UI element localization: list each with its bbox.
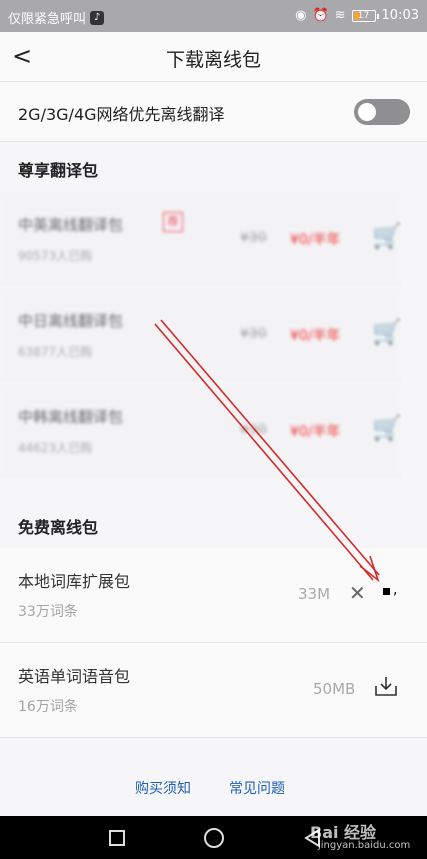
battery-icon: 17 — [351, 9, 379, 22]
pack-name: 中英离线翻译包 — [18, 216, 124, 234]
pack-buyers: 63877人已购 — [18, 345, 93, 359]
pack-name: 中韩离线翻译包 — [18, 408, 124, 426]
pack-name: 中日离线翻译包 — [18, 312, 124, 330]
home-button[interactable] — [204, 828, 224, 848]
pack-entries: 16万词条 — [18, 699, 78, 715]
original-price: ¥30 — [240, 230, 267, 246]
cart-icon[interactable]: 🛒 — [372, 414, 402, 442]
page-title: 下载离线包 — [165, 49, 261, 71]
premium-pack-item[interactable]: 中日离线翻译包 63877人已购 ¥30 ¥0/半年 🛒 — [0, 288, 402, 380]
faq-link[interactable]: 常见问题 — [229, 778, 285, 798]
watermark-url: jingyan.baidu.com — [318, 840, 411, 851]
current-price: ¥0/半年 — [290, 424, 341, 440]
download-progress-icon[interactable] — [383, 588, 390, 595]
app-header: < 下载离线包 — [0, 32, 427, 82]
recent-apps-button[interactable] — [109, 830, 125, 846]
premium-section-title: 尊享翻译包 — [18, 161, 99, 180]
free-pack-item-dictionary[interactable]: 本地词库扩展包 33万词条 33M ✕ , — [0, 548, 427, 643]
footer-links: 购买须知 常见问题 — [0, 778, 427, 802]
purchase-notice-link[interactable]: 购买须知 — [135, 778, 191, 798]
current-price: ¥0/半年 — [290, 328, 341, 344]
eye-icon: ◉ — [295, 8, 307, 23]
status-left: 仅限紧急呼叫 ♪ — [8, 8, 105, 27]
pack-size: 50MB — [313, 680, 356, 698]
pack-name: 英语单词语音包 — [18, 667, 131, 686]
download-icon[interactable] — [374, 675, 398, 697]
system-nav-bar: Bai 经验 jingyan.baidu.com — [0, 816, 427, 859]
toggle-knob — [358, 103, 376, 121]
status-bar: 仅限紧急呼叫 ♪ ◉ ⏰ ≋ 17 10:03 — [0, 0, 427, 32]
premium-pack-list: 中英离线翻译包 荐 90573人已购 ¥30 ¥0/半年 🛒 中日离线翻译包 6… — [0, 192, 427, 482]
pack-entries: 33万词条 — [18, 604, 78, 620]
cart-icon[interactable]: 🛒 — [372, 222, 402, 250]
current-price: ¥0/半年 — [290, 232, 341, 248]
free-section-title: 免费离线包 — [18, 518, 99, 537]
free-pack-item-voice[interactable]: 英语单词语音包 16万词条 50MB — [0, 643, 427, 738]
pack-size: 33M — [298, 585, 331, 603]
cart-icon[interactable]: 🛒 — [372, 318, 402, 346]
network-priority-label: 2G/3G/4G网络优先离线翻译 — [18, 105, 225, 124]
recommend-badge: 荐 — [163, 212, 183, 232]
tiktok-icon: ♪ — [90, 10, 105, 25]
network-priority-toggle[interactable] — [354, 99, 410, 125]
status-right: ◉ ⏰ ≋ 17 10:03 — [295, 8, 419, 23]
download-progress-mark: , — [393, 582, 398, 598]
pack-name: 本地词库扩展包 — [18, 572, 131, 591]
carrier-text: 仅限紧急呼叫 — [8, 12, 87, 27]
clock: 10:03 — [381, 8, 419, 23]
premium-pack-item[interactable]: 中韩离线翻译包 44623人已购 ¥30 ¥0/半年 🛒 — [0, 384, 402, 476]
alarm-icon: ⏰ — [312, 8, 329, 23]
wifi-icon: ≋ — [334, 8, 346, 23]
original-price: ¥30 — [240, 326, 267, 342]
pack-buyers: 90573人已购 — [18, 249, 93, 263]
battery-level: 17 — [357, 10, 370, 21]
cancel-download-icon[interactable]: ✕ — [349, 581, 366, 605]
pack-buyers: 44623人已购 — [18, 441, 93, 455]
original-price: ¥30 — [240, 422, 267, 438]
premium-pack-item[interactable]: 中英离线翻译包 荐 90573人已购 ¥30 ¥0/半年 🛒 — [0, 192, 402, 284]
